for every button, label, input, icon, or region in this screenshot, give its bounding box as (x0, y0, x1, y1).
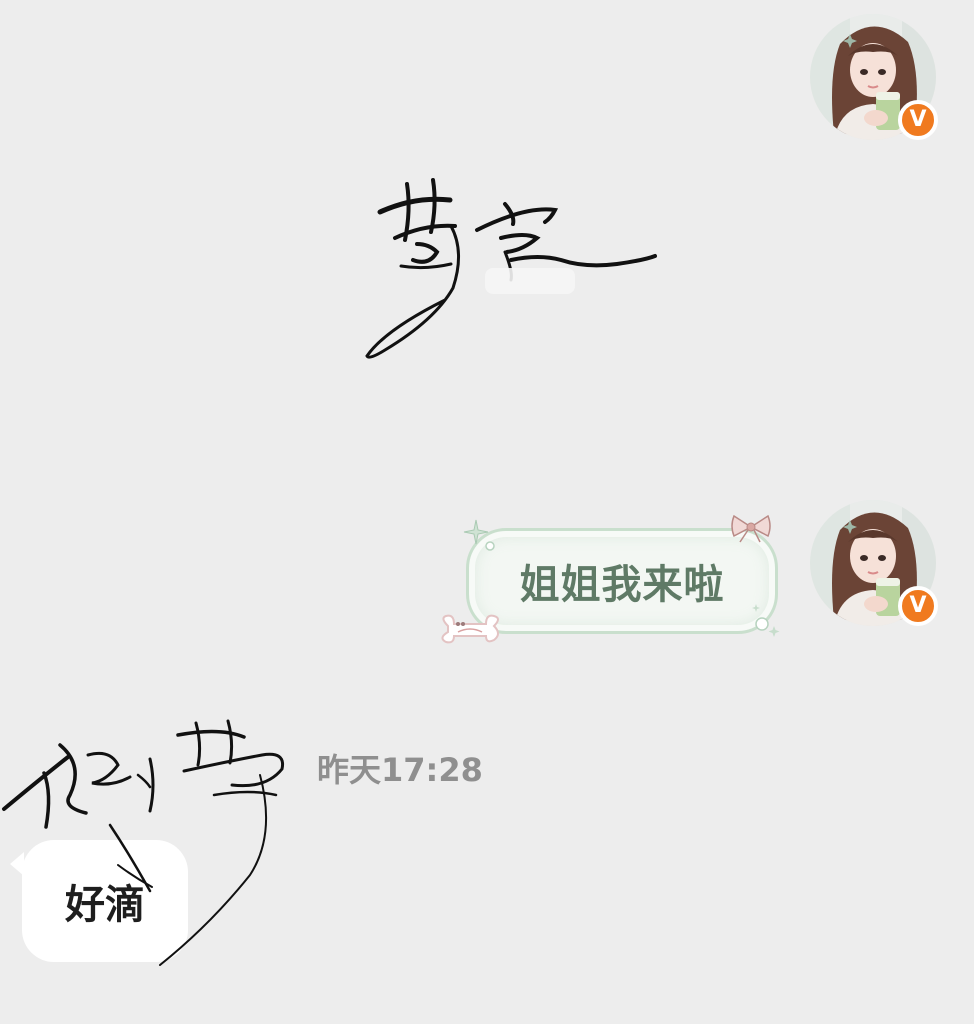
verified-letter: V (909, 593, 927, 618)
verified-v-icon: V (898, 586, 938, 626)
user-avatar-middle[interactable]: V (810, 500, 938, 626)
ribbon-bow-icon (731, 514, 771, 543)
message-timestamp: 昨天17:28 (317, 751, 483, 789)
user-avatar-top[interactable]: V (810, 14, 938, 140)
incoming-message-bubble[interactable]: 好滴 (22, 840, 188, 962)
incoming-message-text: 好滴 (65, 882, 145, 928)
sparkle-icon (463, 519, 495, 551)
bone-sticker-icon (441, 614, 499, 644)
verified-letter: V (909, 107, 927, 132)
verified-v-icon: V (898, 100, 938, 140)
outgoing-message-text: 姐姐我来啦 (519, 562, 725, 608)
handwritten-signature-image (365, 178, 657, 359)
chat-view: V V 姐姐我来啦 昨天17:28 好滴 (0, 0, 974, 1024)
signature-sticker-message[interactable] (355, 160, 675, 375)
sparkle-icon (752, 604, 780, 637)
